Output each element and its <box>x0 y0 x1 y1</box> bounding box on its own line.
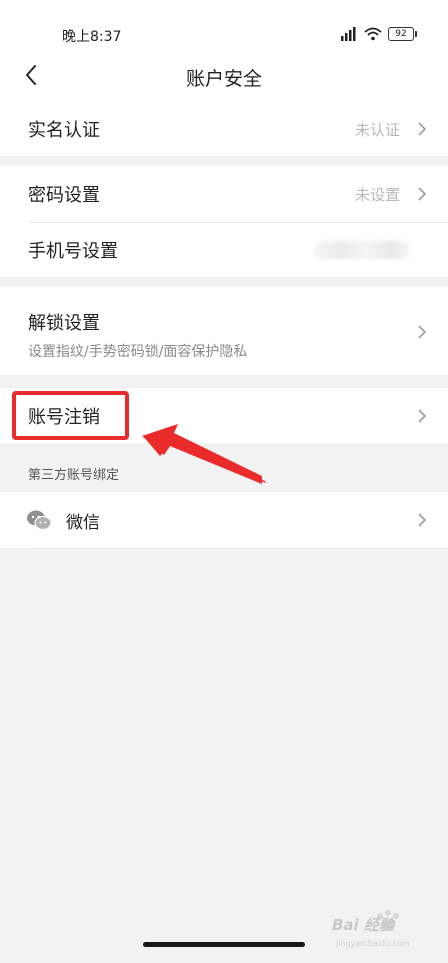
row-phone-label: 手机号设置 <box>28 241 118 262</box>
row-phone[interactable]: 手机号设置 <box>0 223 448 277</box>
wifi-icon <box>364 27 382 41</box>
third-party-header: 第三方账号绑定 <box>28 468 120 483</box>
battery-icon: 92 <box>388 27 417 41</box>
highlight-box <box>12 391 129 440</box>
home-indicator[interactable] <box>143 942 305 947</box>
nav-bar: 账户安全 <box>0 50 448 102</box>
row-divider <box>28 548 448 549</box>
row-password-label: 密码设置 <box>28 185 100 206</box>
row-unlock[interactable]: 解锁设置 设置指纹/手势密码锁/面容保护隐私 <box>0 287 448 375</box>
chevron-right-icon <box>418 513 427 527</box>
page-title: 账户安全 <box>185 68 262 90</box>
chevron-right-icon <box>418 187 427 201</box>
status-bar: 晚上8:37 92 <box>0 0 448 50</box>
row-wechat[interactable]: 微信 <box>0 492 448 548</box>
row-unlock-sublabel: 设置指纹/手势密码锁/面容保护隐私 <box>28 344 248 360</box>
chevron-right-icon <box>418 122 427 136</box>
status-icons: 92 <box>340 25 417 43</box>
wechat-icon <box>27 510 52 531</box>
row-unlock-label: 解锁设置 <box>28 313 100 334</box>
row-real-name[interactable]: 实名认证 未认证 <box>0 102 448 156</box>
watermark-text: Bai 经验 <box>332 916 394 934</box>
row-real-name-value: 未认证 <box>354 120 400 139</box>
row-real-name-label: 实名认证 <box>28 120 100 141</box>
chevron-right-icon <box>418 408 427 423</box>
row-wechat-label: 微信 <box>66 512 100 533</box>
chevron-right-icon <box>418 325 427 339</box>
row-password-value: 未设置 <box>354 185 400 204</box>
status-time: 晚上8:37 <box>62 29 122 45</box>
watermark-url: jingyan.baidu.com <box>336 939 410 948</box>
signal-icon <box>341 27 356 41</box>
row-password[interactable]: 密码设置 未设置 <box>0 166 448 222</box>
phone-number-blurred <box>314 241 410 259</box>
